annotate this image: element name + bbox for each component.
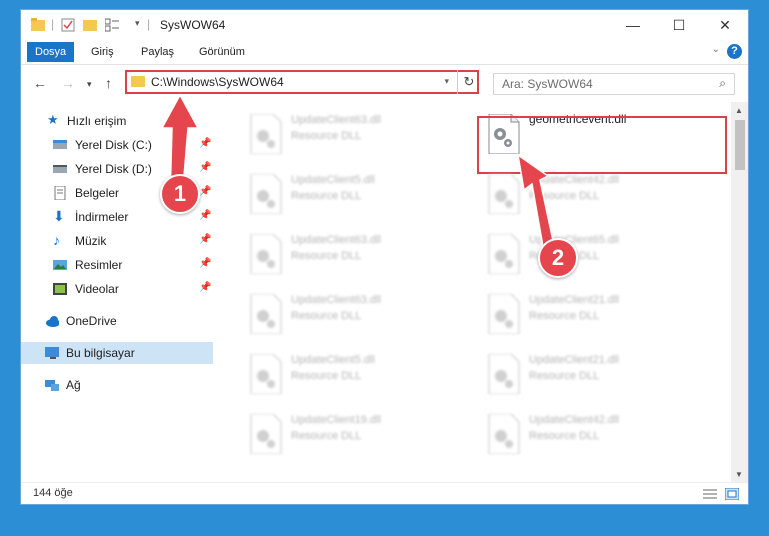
annotation-arrows <box>160 93 556 260</box>
callout-badge-2: 2 <box>538 238 578 278</box>
callout-badge-1: 1 <box>160 174 200 214</box>
